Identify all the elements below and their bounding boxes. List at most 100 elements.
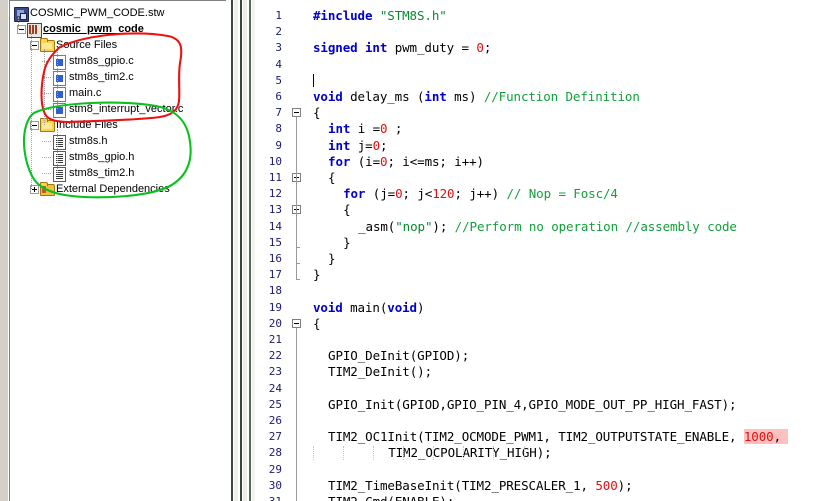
code-token-num: 500 xyxy=(595,477,618,493)
ide-window: COSMIC_PWM_CODE.stw cosmic_pwm_code Source… xyxy=(0,0,824,501)
tree-item-cosmic-pwm-code[interactable]: cosmic_pwm_code xyxy=(10,21,226,38)
fold-scope-line xyxy=(296,214,297,247)
tree-item-stm8s-tim2-h[interactable]: stm8s_tim2.h xyxy=(10,165,226,182)
code-line[interactable]: void main(void) xyxy=(313,299,425,316)
tree-item-stm8-interrupt-vector-c[interactable]: stm8_interrupt_vector.c xyxy=(10,101,226,118)
line-number: 20 xyxy=(268,316,282,330)
tree-item-label: stm8s.h xyxy=(69,135,108,147)
splitter-bar-2 xyxy=(234,0,238,501)
code-token-com: //Function Definition xyxy=(483,89,640,104)
header-file-icon xyxy=(53,135,66,150)
indent-guide xyxy=(493,446,495,461)
code-token: ); xyxy=(617,477,633,493)
tree-item-external-dependencies[interactable]: External Dependencies xyxy=(10,181,226,197)
splitter-bar-5 xyxy=(249,0,251,501)
tree-connector-v xyxy=(44,49,45,125)
header-file-icon xyxy=(53,151,66,166)
tree-item-include-files[interactable]: Include Files xyxy=(10,117,226,133)
line-number: 24 xyxy=(268,381,282,395)
code-editor[interactable]: 1 2 3 4 5 6 7 8 9 10 11 12 13 14 15 16 17 18 19 20 21 22 23 24 2… xyxy=(255,0,824,501)
line-number: 3 xyxy=(275,41,282,55)
code-line[interactable]: TIM2_Cmd(ENABLE); xyxy=(328,494,454,501)
code-token: i = xyxy=(350,121,381,137)
code-line[interactable]: TIM2_OCPOLARITY_HIGH); xyxy=(388,445,551,461)
line-number: 12 xyxy=(268,187,282,201)
workspace-tree-panel[interactable]: COSMIC_PWM_CODE.stw cosmic_pwm_code Source… xyxy=(9,0,226,501)
code-line[interactable]: TIM2_DeInit(); xyxy=(328,364,432,380)
fold-scope-end xyxy=(296,279,300,281)
code-line[interactable]: } xyxy=(343,234,351,251)
workspace-tree[interactable]: COSMIC_PWM_CODE.stw cosmic_pwm_code Source… xyxy=(10,1,226,196)
line-number: 21 xyxy=(268,333,282,346)
code-line[interactable]: int i =0 ; xyxy=(328,121,402,137)
code-line[interactable]: GPIO_Init(GPIOD,GPIO_PIN_4,GPIO_MODE_OUT… xyxy=(328,397,737,413)
code-line[interactable]: TIM2_OC1Init(TIM2_OCMODE_PWM1, TIM2_OUTP… xyxy=(328,429,789,445)
tree-connector-v xyxy=(57,129,58,173)
code-token-str: "nop" xyxy=(395,218,433,234)
code-token: pwm_duty = xyxy=(387,40,477,56)
folder-open-icon xyxy=(40,38,55,52)
code-token-kw: int xyxy=(328,121,351,137)
folder-open-icon xyxy=(40,118,55,132)
panel-splitter[interactable] xyxy=(227,0,255,501)
tree-item-stm8s-h[interactable]: stm8s.h xyxy=(10,133,226,150)
code-line[interactable]: { xyxy=(313,105,321,121)
line-number: 7 xyxy=(275,106,282,120)
code-line[interactable]: { xyxy=(313,315,321,332)
line-number: 16 xyxy=(268,252,282,265)
tree-item-stm8s-gpio-c[interactable]: stm8s_gpio.c xyxy=(10,53,226,70)
line-number: 28 xyxy=(268,446,282,460)
code-line[interactable]: #include "STM8S.h" xyxy=(313,8,447,24)
c-source-file-icon xyxy=(53,71,66,86)
code-line[interactable]: } xyxy=(328,251,336,267)
tree-item-label: stm8_interrupt_vector.c xyxy=(69,103,184,115)
fold-collapse-box[interactable] xyxy=(292,318,301,328)
code-token-kw: void xyxy=(387,299,417,315)
code-line[interactable]: } xyxy=(313,267,321,283)
code-token: ; xyxy=(380,137,388,153)
line-number: 22 xyxy=(268,349,282,363)
code-token: { xyxy=(343,202,351,218)
code-token: j= xyxy=(350,137,373,153)
code-line[interactable]: { xyxy=(343,202,351,218)
code-line[interactable]: int j=0; xyxy=(328,137,388,154)
code-token-hl xyxy=(781,429,789,445)
code-line[interactable]: signed int pwm_duty = 0; xyxy=(313,40,491,56)
indent-guide xyxy=(463,446,465,461)
code-text-area[interactable]: #include "STM8S.h" signed int pwm_duty = … xyxy=(305,0,824,501)
splitter-bar-4 xyxy=(243,0,247,501)
code-token-kw: void xyxy=(313,89,343,104)
tree-item-stm8s-tim2-c[interactable]: stm8s_tim2.c xyxy=(10,69,226,86)
fold-collapse-box[interactable] xyxy=(292,108,301,118)
code-line[interactable]: TIM2_TimeBaseInit(TIM2_PRESCALER_1, 500)… xyxy=(328,477,633,494)
code-token: ; i<=ms; i++) xyxy=(387,153,484,169)
code-line[interactable]: for (j=0; j<120; j++) // Nop = Fosc/4 xyxy=(343,186,618,202)
code-line[interactable]: { xyxy=(328,170,336,186)
code-line[interactable]: for (i=0; i<=ms; i++) xyxy=(328,154,484,170)
indent-guide xyxy=(403,446,405,461)
code-token: } xyxy=(313,267,321,283)
tree-connector-v xyxy=(31,33,32,189)
tree-item-stm8s-gpio-h[interactable]: stm8s_gpio.h xyxy=(10,149,226,166)
code-token: } xyxy=(343,234,351,250)
code-line[interactable]: _asm("nop"); //Perform no operation //as… xyxy=(358,219,737,235)
code-line[interactable]: GPIO_DeInit(GPIOD); xyxy=(328,348,469,364)
line-number: 25 xyxy=(268,397,282,411)
code-token: ) xyxy=(416,299,425,315)
folder-closed-icon xyxy=(40,182,55,196)
code-line[interactable]: void delay_ms (int ms) //Function Defini… xyxy=(313,89,640,105)
line-number: 13 xyxy=(268,203,282,217)
tree-item-source-files[interactable]: Source Files xyxy=(10,37,226,53)
line-number: 14 xyxy=(268,219,282,233)
left-gutter-strip xyxy=(0,0,9,501)
code-token: (j= xyxy=(365,186,396,202)
code-folding-gutter[interactable] xyxy=(288,0,305,501)
code-token: { xyxy=(313,315,321,331)
line-number: 8 xyxy=(275,122,282,136)
tree-item-main-c[interactable]: main.c xyxy=(10,85,226,102)
line-number: 10 xyxy=(268,154,282,168)
fold-scope-end xyxy=(296,263,300,264)
tree-item-cosmic-pwm-code-stw[interactable]: COSMIC_PWM_CODE.stw xyxy=(10,5,226,22)
code-token-hl: , xyxy=(773,429,782,445)
line-number: 29 xyxy=(268,462,282,476)
